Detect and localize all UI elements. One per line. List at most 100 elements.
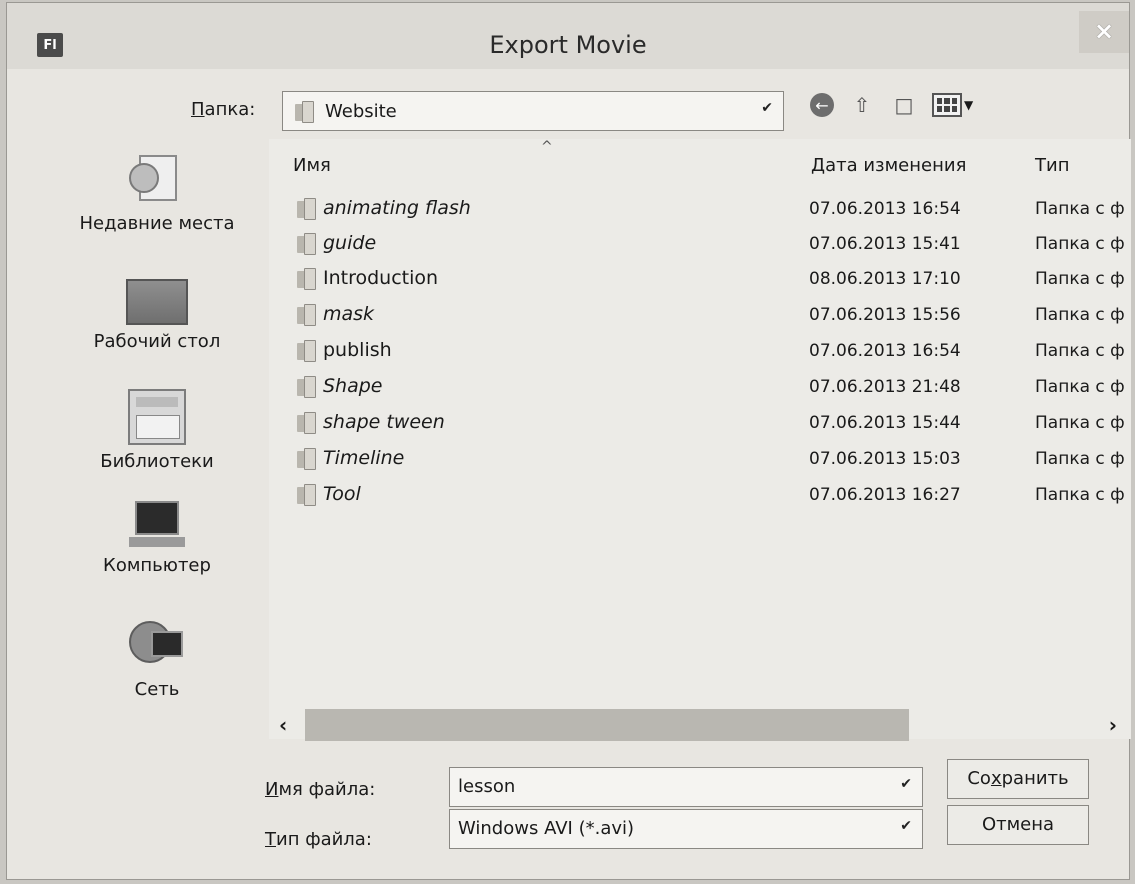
desktop-icon [126, 279, 188, 325]
file-row[interactable]: Shape 07.06.2013 21:48 Папка с ф [269, 371, 1131, 405]
save-label-pre: Со [967, 768, 991, 789]
file-name: guide [323, 232, 377, 254]
title-bar: Fl Export Movie × [7, 3, 1129, 69]
filetype-label-accesskey: Т [265, 829, 276, 850]
chevron-down-icon[interactable]: ✔ [900, 818, 912, 834]
file-date: 07.06.2013 15:03 [809, 449, 961, 469]
dropdown-triangle-icon: ▼ [964, 98, 974, 112]
filename-value: lesson [458, 776, 516, 797]
place-label: Рабочий стол [93, 331, 221, 352]
new-folder-icon[interactable]: □ [890, 91, 918, 119]
sort-ascending-icon: ^ [541, 139, 553, 155]
window-title: Export Movie [489, 31, 647, 59]
up-folder-icon[interactable]: ⇧ [848, 91, 876, 119]
place-label: Сеть [134, 679, 180, 700]
file-name: publish [323, 339, 392, 361]
filetype-label-text: ип файла: [276, 829, 372, 850]
folder-icon [297, 412, 316, 434]
folder-icon [297, 340, 316, 362]
horizontal-scrollbar[interactable]: ‹ › [269, 707, 1125, 741]
filename-label-text: мя файла: [278, 779, 376, 800]
folder-icon [297, 376, 316, 398]
filename-label-accesskey: И [265, 779, 279, 800]
file-date: 07.06.2013 16:54 [809, 341, 961, 361]
folder-icon [295, 101, 314, 123]
view-menu-button[interactable]: ▼ [932, 93, 973, 117]
folder-icon [297, 268, 316, 290]
folder-icon [297, 304, 316, 326]
place-label: Недавние места [79, 213, 235, 234]
folder-icon [297, 484, 316, 506]
place-recent[interactable]: Недавние места [57, 155, 257, 234]
file-name: Timeline [323, 447, 405, 469]
file-row[interactable]: Introduction 08.06.2013 17:10 Папка с ф [269, 263, 1131, 297]
file-date: 07.06.2013 21:48 [809, 377, 961, 397]
save-button[interactable]: Сохранить [947, 759, 1089, 799]
save-label-accesskey: х [990, 768, 1002, 789]
file-name: Introduction [323, 267, 439, 289]
folder-select[interactable]: Website ✔ [282, 91, 784, 131]
computer-icon [129, 501, 185, 549]
column-header-name[interactable]: Имя [293, 155, 331, 176]
place-label: Компьютер [103, 555, 211, 576]
file-type: Папка с ф [1035, 269, 1125, 289]
folder-icon [297, 198, 316, 220]
folder-label-accesskey: П [191, 99, 205, 120]
place-label: Библиотеки [100, 451, 214, 472]
file-type: Папка с ф [1035, 449, 1125, 469]
filetype-value: Windows AVI (*.avi) [458, 818, 635, 839]
close-button[interactable]: × [1079, 11, 1129, 53]
file-name: Shape [323, 375, 383, 397]
file-row[interactable]: publish 07.06.2013 16:54 Папка с ф [269, 335, 1131, 369]
file-row[interactable]: mask 07.06.2013 15:56 Папка с ф [269, 299, 1131, 333]
file-type: Папка с ф [1035, 485, 1125, 505]
filename-input[interactable]: lesson ✔ [449, 767, 923, 807]
file-list: ^ Имя Дата изменения Тип animating flash… [269, 139, 1131, 739]
places-sidebar: Недавние места Рабочий стол Библиотеки К… [57, 143, 257, 743]
file-type: Папка с ф [1035, 305, 1125, 325]
file-type: Папка с ф [1035, 377, 1125, 397]
file-name: animating flash [323, 197, 471, 219]
network-icon [129, 617, 185, 673]
file-row[interactable]: shape tween 07.06.2013 15:44 Папка с ф [269, 407, 1131, 441]
filetype-select[interactable]: Windows AVI (*.avi) ✔ [449, 809, 923, 849]
column-header-type[interactable]: Тип [1035, 155, 1069, 176]
file-date: 07.06.2013 16:27 [809, 485, 961, 505]
file-date: 07.06.2013 15:41 [809, 234, 961, 254]
current-folder-name: Website [325, 100, 397, 122]
place-desktop[interactable]: Рабочий стол [57, 279, 257, 352]
file-row[interactable]: Tool 07.06.2013 16:27 Папка с ф [269, 479, 1131, 513]
filename-label: Имя файла: [265, 779, 375, 800]
navigation-toolbar: ← ⇧ □ ▼ [810, 91, 973, 119]
place-network[interactable]: Сеть [57, 617, 257, 700]
recent-places-icon [129, 155, 185, 207]
view-grid-icon [932, 93, 962, 117]
file-date: 07.06.2013 16:54 [809, 199, 961, 219]
file-date: 07.06.2013 15:44 [809, 413, 961, 433]
file-date: 07.06.2013 15:56 [809, 305, 961, 325]
file-name: mask [323, 303, 375, 325]
chevron-down-icon[interactable]: ✔ [900, 776, 912, 792]
back-arrow-icon[interactable]: ← [810, 93, 834, 117]
file-row[interactable]: animating flash 07.06.2013 16:54 Папка с… [269, 193, 1131, 227]
place-libraries[interactable]: Библиотеки [57, 389, 257, 472]
libraries-icon [128, 389, 186, 445]
scroll-left-icon[interactable]: ‹ [279, 713, 287, 737]
file-row[interactable]: Timeline 07.06.2013 15:03 Папка с ф [269, 443, 1131, 477]
cancel-button[interactable]: Отмена [947, 805, 1089, 845]
file-name: shape tween [323, 411, 445, 433]
file-date: 08.06.2013 17:10 [809, 269, 961, 289]
filetype-label: Тип файла: [265, 829, 372, 850]
file-type: Папка с ф [1035, 413, 1125, 433]
folder-label: Папка: [191, 99, 255, 120]
file-type: Папка с ф [1035, 199, 1125, 219]
column-header-date[interactable]: Дата изменения [811, 155, 966, 176]
export-movie-dialog: Fl Export Movie × Папка: Website ✔ ← ⇧ □… [6, 2, 1131, 880]
place-computer[interactable]: Компьютер [57, 501, 257, 576]
file-row[interactable]: guide 07.06.2013 15:41 Папка с ф [269, 228, 1131, 262]
chevron-down-icon[interactable]: ✔ [761, 100, 773, 116]
file-type: Папка с ф [1035, 341, 1125, 361]
file-type: Папка с ф [1035, 234, 1125, 254]
scrollbar-thumb[interactable] [305, 709, 909, 741]
scroll-right-icon[interactable]: › [1109, 713, 1117, 737]
